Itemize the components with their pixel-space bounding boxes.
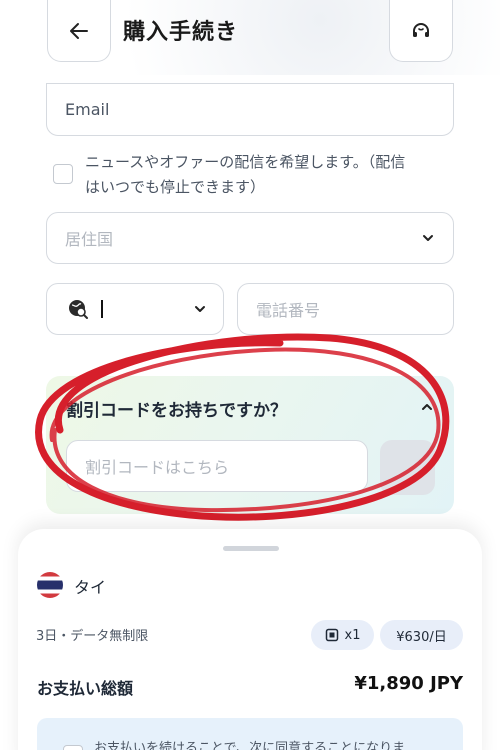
newsletter-checkbox[interactable] — [53, 164, 73, 184]
dial-code-select[interactable] — [46, 283, 224, 335]
chevron-down-icon — [423, 235, 433, 241]
agreement-text: お支払いを続けることで、次に同意することになりま — [94, 741, 406, 750]
headset-icon — [413, 22, 429, 37]
total-label: お支払い総額 — [37, 679, 134, 698]
chevron-up-icon[interactable] — [420, 400, 434, 414]
discount-placeholder: 割引コードはこちら — [85, 458, 230, 477]
agreement-checkbox[interactable] — [63, 745, 83, 750]
arrow-left-icon — [70, 22, 88, 39]
newsletter-label-line1: ニュースやオファーの配信を希望します。（配信 — [85, 153, 406, 171]
dial-code-left — [67, 298, 103, 320]
quantity-badge: x1 — [311, 620, 374, 650]
newsletter-row: ニュースやオファーの配信を希望します。（配信 はいつでも停止できます） — [53, 150, 453, 200]
checkout-screen: 購入手続き Email ニュースやオファーの配信を希望します。（配信 はいつでも… — [0, 0, 500, 750]
country-placeholder: 居住国 — [65, 230, 114, 249]
email-field[interactable]: Email — [46, 83, 454, 136]
support-button[interactable] — [389, 0, 453, 62]
phone-placeholder: 電話番号 — [256, 301, 321, 320]
globe-search-icon — [69, 300, 88, 319]
phone-input[interactable]: 電話番号 — [237, 283, 454, 335]
discount-title: 割引コードをお持ちですか？ — [66, 401, 287, 421]
discount-code-input[interactable]: 割引コードはこちら — [66, 440, 368, 492]
email-placeholder: Email — [65, 100, 110, 119]
text-caret — [101, 300, 103, 318]
back-button[interactable] — [47, 0, 111, 62]
daily-rate-badge: ¥630/日 — [380, 620, 463, 650]
plan-description: 3日・データ無制限 — [36, 629, 149, 644]
page-title: 購入手続き — [123, 20, 239, 45]
newsletter-label-line2: はいつでも停止できます） — [85, 178, 266, 196]
apply-discount-button[interactable] — [380, 440, 435, 495]
thailand-flag-icon — [37, 572, 63, 598]
newsletter-label: ニュースやオファーの配信を希望します。（配信 はいつでも停止できます） — [85, 150, 405, 200]
sim-card-icon — [325, 628, 338, 642]
country-select[interactable]: 居住国 — [46, 212, 454, 264]
sheet-handle[interactable] — [223, 546, 279, 551]
total-value: ¥1,890 JPY — [354, 673, 463, 694]
order-country: タイ — [74, 578, 107, 597]
chevron-down-icon — [195, 306, 205, 312]
quantity-text: x1 — [344, 627, 361, 643]
